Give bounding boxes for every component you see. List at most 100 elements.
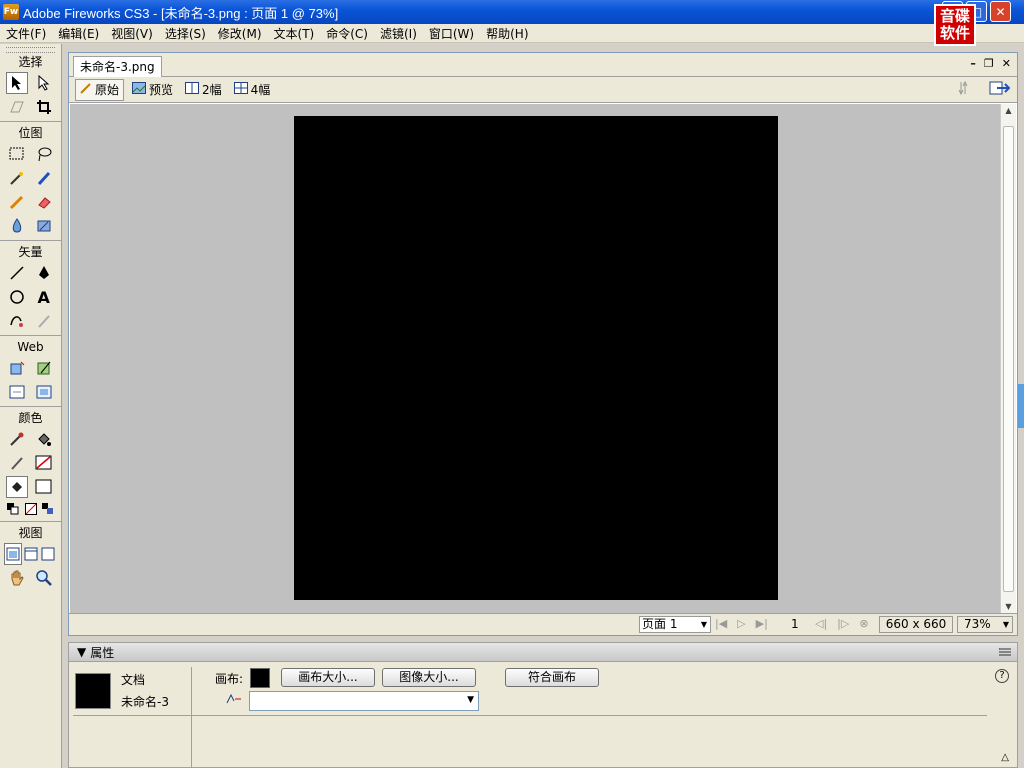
- scroll-thumb[interactable]: [1003, 126, 1014, 592]
- full-screen-menus-icon[interactable]: [22, 543, 40, 565]
- two-up-view-button[interactable]: 2幅: [181, 79, 226, 101]
- menu-file[interactable]: 文件(F): [6, 25, 46, 42]
- knife-tool-icon[interactable]: [33, 310, 55, 332]
- freeform-tool-icon[interactable]: [6, 310, 28, 332]
- crop-tool-icon[interactable]: [33, 96, 55, 118]
- swap-colors-icon[interactable]: [39, 498, 57, 520]
- canvas-stage: [70, 104, 1000, 614]
- collapse-arrow-icon[interactable]: ▼: [77, 645, 86, 659]
- zoom-tool-icon[interactable]: [33, 567, 55, 589]
- ellipse-tool-icon[interactable]: [6, 286, 28, 308]
- first-frame-icon[interactable]: |◀: [715, 617, 727, 630]
- default-colors-icon[interactable]: [4, 498, 22, 520]
- menu-edit[interactable]: 编辑(E): [58, 25, 99, 42]
- pen-tool-icon[interactable]: [33, 262, 55, 284]
- vertical-scrollbar[interactable]: ▲ ▼: [1000, 104, 1016, 614]
- fill-color-icon[interactable]: [6, 476, 29, 498]
- doc-close-icon[interactable]: ✕: [1002, 57, 1011, 70]
- close-button[interactable]: ✕: [990, 1, 1011, 22]
- help-icon[interactable]: ?: [995, 669, 1009, 683]
- expand-panel-icon[interactable]: △: [1001, 752, 1009, 763]
- effects-dropdown-icon: ▼: [467, 695, 474, 705]
- section-web-label: Web: [17, 340, 44, 354]
- page-select[interactable]: 页面 1 ▼: [639, 616, 711, 633]
- scale-tool-icon[interactable]: [6, 96, 28, 118]
- pointer-tool-icon[interactable]: [6, 72, 29, 94]
- scroll-down-arrow-icon[interactable]: ▼: [1001, 600, 1016, 614]
- blur-tool-icon[interactable]: [6, 215, 28, 237]
- text-tool-icon[interactable]: A: [33, 286, 55, 308]
- properties-title: 属性: [90, 645, 115, 660]
- no-color-icon[interactable]: [22, 498, 40, 520]
- two-up-icon: [185, 82, 200, 97]
- export-icon[interactable]: [989, 80, 1011, 99]
- play-icon[interactable]: ▷: [737, 617, 745, 630]
- preview-view-button[interactable]: 预览: [128, 79, 177, 101]
- section-vector-label: 矢量: [18, 245, 43, 259]
- standard-screen-mode-icon[interactable]: [4, 543, 22, 565]
- eraser-tool-icon[interactable]: [33, 191, 55, 213]
- fit-canvas-button[interactable]: 符合画布: [505, 668, 599, 687]
- properties-header[interactable]: ▼ 属性: [69, 643, 1017, 662]
- doc-restore-icon[interactable]: ❐: [984, 57, 994, 70]
- canvas-color-swatch[interactable]: [250, 668, 270, 688]
- fill-color-swatch[interactable]: [33, 476, 55, 498]
- image-size-button[interactable]: 图像大小...: [382, 668, 476, 687]
- window-title: Adobe Fireworks CS3 - [未命名-3.png : 页面 1 …: [23, 5, 339, 21]
- last-frame-icon[interactable]: ▶|: [756, 617, 768, 630]
- slice-tool-icon[interactable]: [33, 357, 55, 379]
- rubber-stamp-tool-icon[interactable]: [33, 215, 55, 237]
- document-type-label: 文档: [121, 673, 146, 687]
- stroke-color-icon[interactable]: [6, 452, 28, 474]
- magic-wand-tool-icon[interactable]: [6, 167, 28, 189]
- menu-select[interactable]: 选择(S): [165, 25, 206, 42]
- menu-modify[interactable]: 修改(M): [218, 25, 262, 42]
- marquee-tool-icon[interactable]: [6, 143, 28, 165]
- document-status-bar: 页面 1 ▼ |◀ ▷ ▶| 1 ◁| |▷ ⊗ 660 x 660 73% ▼: [69, 613, 1017, 635]
- section-view-label: 视图: [18, 526, 43, 540]
- hide-slices-icon[interactable]: [6, 381, 28, 403]
- eyedropper-tool-icon[interactable]: [6, 428, 28, 450]
- full-screen-mode-icon[interactable]: [39, 543, 57, 565]
- paint-bucket-tool-icon[interactable]: [33, 428, 55, 450]
- panel-dock-edge-tab[interactable]: [1018, 384, 1024, 428]
- subselect-tool-icon[interactable]: [33, 72, 55, 94]
- original-view-button[interactable]: 原始: [75, 78, 125, 101]
- menu-help[interactable]: 帮助(H): [486, 25, 528, 42]
- stop-icon[interactable]: ⊗: [859, 617, 868, 630]
- scroll-up-arrow-icon[interactable]: ▲: [1001, 104, 1016, 118]
- document-tab[interactable]: 未命名-3.png: [73, 56, 162, 77]
- menu-window[interactable]: 窗口(W): [429, 25, 474, 42]
- menu-bar: 文件(F) 编辑(E) 视图(V) 选择(S) 修改(M) 文本(T) 命令(C…: [0, 24, 1024, 43]
- hotspot-tool-icon[interactable]: [6, 357, 28, 379]
- quick-export-icon[interactable]: [957, 80, 975, 99]
- scale-effect-icon: [225, 693, 243, 708]
- line-tool-icon[interactable]: [6, 262, 28, 284]
- stroke-color-swatch[interactable]: [33, 452, 55, 474]
- brush-tool-icon[interactable]: [33, 167, 55, 189]
- pencil-tool-icon[interactable]: [6, 191, 28, 213]
- show-slices-icon[interactable]: [33, 381, 55, 403]
- fireworks-app-icon: Fw: [3, 4, 19, 20]
- menu-view[interactable]: 视图(V): [111, 25, 153, 42]
- section-colors-label: 颜色: [18, 411, 43, 425]
- canvas-color-label: 画布:: [215, 672, 244, 686]
- page-select-dropdown-icon: ▼: [700, 620, 707, 629]
- document-tab-bar: 未命名-3.png – ❐ ✕: [69, 53, 1017, 77]
- effects-select[interactable]: ▼: [249, 691, 479, 711]
- next-frame-icon[interactable]: |▷: [837, 617, 849, 630]
- menu-commands[interactable]: 命令(C): [326, 25, 368, 42]
- preview-view-label: 预览: [149, 83, 174, 97]
- zoom-select[interactable]: 73% ▼: [957, 616, 1013, 633]
- hand-tool-icon[interactable]: [6, 567, 28, 589]
- document-canvas[interactable]: [294, 116, 778, 600]
- menu-filters[interactable]: 滤镜(I): [380, 25, 417, 42]
- section-select-label: 选择: [18, 55, 43, 69]
- panel-options-menu-icon[interactable]: [999, 647, 1011, 661]
- doc-minimize-icon[interactable]: –: [970, 57, 976, 70]
- canvas-size-button[interactable]: 画布大小...: [281, 668, 375, 687]
- menu-text[interactable]: 文本(T): [274, 25, 315, 42]
- lasso-tool-icon[interactable]: [33, 143, 55, 165]
- prev-frame-icon[interactable]: ◁|: [815, 617, 827, 630]
- four-up-view-button[interactable]: 4幅: [230, 79, 275, 101]
